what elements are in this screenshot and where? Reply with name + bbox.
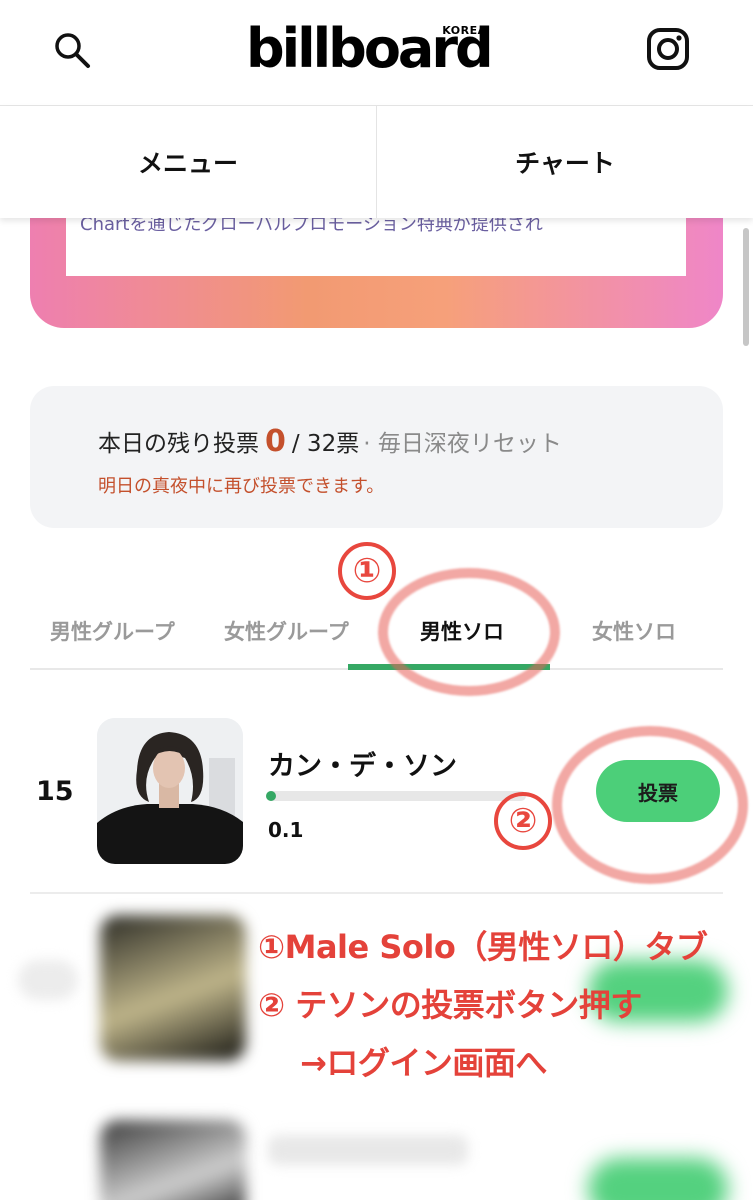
category-tabs: 男性グループ 女性グループ 男性ソロ 女性ソロ — [30, 600, 723, 670]
nav-chart[interactable]: チャート — [376, 106, 753, 218]
remaining-label: 本日の残り投票 — [98, 431, 259, 457]
blurred-vote-button-2 — [588, 1158, 728, 1200]
annotation-line-2: ② テソンの投票ボタン押す — [258, 986, 642, 1024]
scrollbar[interactable] — [743, 228, 749, 346]
artist-photo[interactable] — [97, 718, 243, 864]
annotation-marker-2: ② — [494, 792, 552, 850]
top-bar: billboard KOREA — [0, 0, 753, 106]
nav-menu[interactable]: メニュー — [0, 106, 376, 218]
remaining-count: 0 — [265, 424, 286, 459]
main-nav: メニュー チャート — [0, 106, 753, 218]
search-icon[interactable] — [52, 30, 92, 70]
vote-status-panel: 本日の残り投票 0 / 32票 · 毎日深夜リセット 明日の真夜中に再び投票でき… — [30, 386, 723, 528]
billboard-korea-logo[interactable]: billboard KOREA — [246, 18, 494, 80]
annotation-line-1: ①Male Solo（男性ソロ）タブ — [258, 928, 708, 966]
vote-score: 0.1 — [268, 818, 304, 842]
annotation-ring-tab — [378, 568, 560, 696]
blurred-artist-photo-2 — [100, 1120, 246, 1200]
blurred-rank — [18, 960, 78, 1000]
annotation-marker-1: ① — [338, 542, 396, 600]
reset-note: · 毎日深夜リセット — [363, 431, 562, 457]
logo-korea-label: KOREA — [442, 24, 487, 37]
vote-notice: 明日の真夜中に再び投票できます。 — [98, 476, 385, 497]
artist-photo-illustration — [97, 718, 243, 864]
instagram-icon[interactable] — [646, 27, 690, 71]
remaining-votes: 本日の残り投票 0 / 32票 · 毎日深夜リセット — [98, 424, 562, 459]
tab-female-solo[interactable]: 女性ソロ — [592, 616, 676, 646]
blurred-artist-photo — [100, 915, 246, 1061]
blurred-artist-name — [268, 1135, 468, 1165]
row-divider — [30, 892, 723, 894]
vote-progress-fill — [266, 791, 276, 801]
vote-total: / 32票 — [291, 431, 360, 457]
tab-male-group[interactable]: 男性グループ — [50, 616, 175, 646]
annotation-ring-vote-button — [552, 726, 748, 884]
entry-rank: 15 — [36, 776, 74, 807]
annotation-line-3: →ログイン画面へ — [300, 1044, 547, 1082]
artist-name: カン・デ・ソン — [268, 751, 457, 782]
tab-female-group[interactable]: 女性グループ — [224, 616, 349, 646]
vote-progress-bar — [266, 791, 526, 801]
